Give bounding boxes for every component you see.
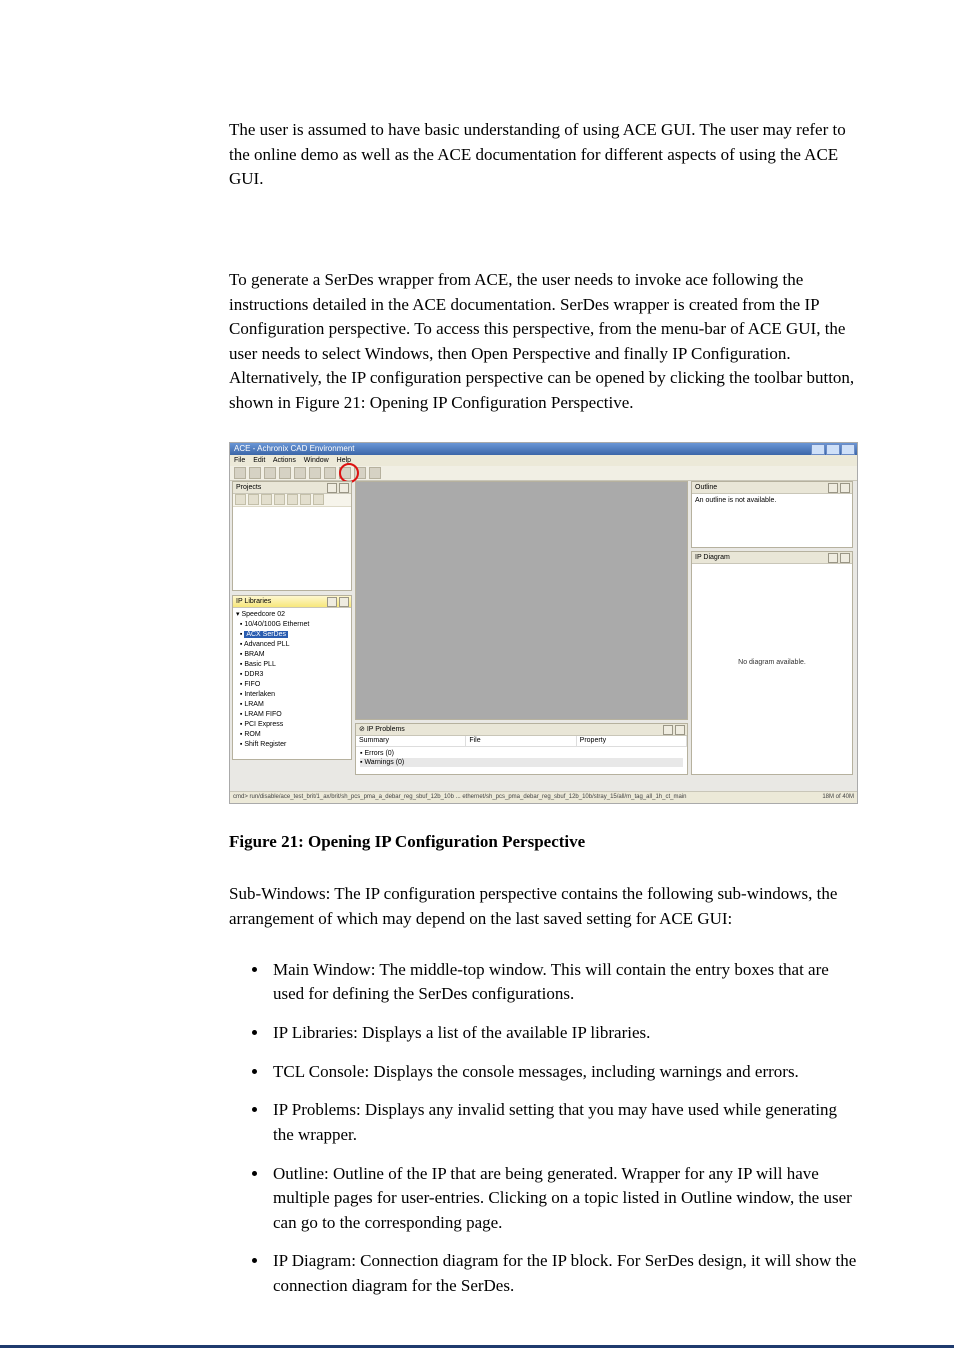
tree-item[interactable]: ▪ ROM	[236, 730, 348, 740]
projects-pane: Projects	[232, 481, 352, 591]
pane-max-icon[interactable]	[840, 553, 850, 563]
status-left: cmd> run/disable/ace_test_brit/1_ax/brit…	[233, 793, 686, 802]
tree-item[interactable]: ▪ 10/40/100G Ethernet	[236, 620, 348, 630]
window-titlebar: ACE - Achronix CAD Environment	[230, 443, 857, 455]
subwindows-list: Main Window: The middle-top window. This…	[269, 958, 857, 1299]
outline-header: Outline	[692, 482, 852, 494]
errors-row[interactable]: ▪ Errors (0)	[360, 749, 683, 758]
pane-max-icon[interactable]	[339, 597, 349, 607]
toolbar-icon[interactable]	[369, 467, 381, 479]
project-tool-icon[interactable]	[287, 494, 298, 505]
project-tool-icon[interactable]	[313, 494, 324, 505]
figure-21: ACE - Achronix CAD Environment File Edit…	[229, 442, 857, 804]
warnings-row[interactable]: ▪ Warnings (0)	[360, 758, 683, 767]
pane-max-icon[interactable]	[339, 483, 349, 493]
toolbar-icon[interactable]	[279, 467, 291, 479]
col-property[interactable]: Property	[577, 736, 687, 746]
project-tool-icon[interactable]	[300, 494, 311, 505]
pane-min-icon[interactable]	[327, 597, 337, 607]
tree-item[interactable]: ▪ DDR3	[236, 670, 348, 680]
bullet-tcl-console: TCL Console: Displays the console messag…	[269, 1060, 857, 1085]
tree-root[interactable]: ▾ Speedcore 02	[236, 610, 348, 620]
ip-libraries-tab[interactable]: IP Libraries	[236, 598, 271, 605]
toolbar-icon[interactable]	[309, 467, 321, 479]
window-title: ACE - Achronix CAD Environment	[234, 444, 355, 453]
ip-problems-pane: ⊘ IP Problems Summary File Property ▪ Er…	[355, 723, 688, 775]
col-summary[interactable]: Summary	[356, 736, 466, 746]
maximize-button[interactable]	[826, 444, 840, 455]
project-tool-icon[interactable]	[235, 494, 246, 505]
menu-window[interactable]: Window	[304, 457, 329, 464]
window-buttons	[811, 444, 855, 455]
toolbar-icon[interactable]	[234, 467, 246, 479]
close-button[interactable]	[841, 444, 855, 455]
projects-tab[interactable]: Projects	[236, 484, 261, 491]
page: The user is assumed to have basic unders…	[0, 0, 954, 1363]
bullet-ip-problems: IP Problems: Displays any invalid settin…	[269, 1098, 857, 1147]
ip-diagram-header: IP Diagram	[692, 552, 852, 564]
pane-min-icon[interactable]	[327, 483, 337, 493]
figure-caption: Figure 21: Opening IP Configuration Pers…	[229, 830, 857, 855]
project-tool-icon[interactable]	[248, 494, 259, 505]
ip-libraries-header: IP Libraries	[233, 596, 351, 608]
main-window-pane	[355, 481, 688, 720]
project-tool-icon[interactable]	[274, 494, 285, 505]
tree-item[interactable]: ▪ FIFO	[236, 680, 348, 690]
menu-file[interactable]: File	[234, 457, 245, 464]
toolbar-icon[interactable]	[294, 467, 306, 479]
ip-diagram-pane: IP Diagram No diagram available.	[691, 551, 853, 775]
ip-libraries-tree[interactable]: ▾ Speedcore 02 ▪ 10/40/100G Ethernet ▪ A…	[233, 608, 351, 752]
ip-diagram-tab[interactable]: IP Diagram	[695, 554, 730, 561]
highlight-circle	[339, 463, 359, 483]
footer-rule	[0, 1345, 954, 1348]
menubar[interactable]: File Edit Actions Window Help	[230, 455, 857, 466]
tree-item-selected[interactable]: ▪ ACX SerDes	[236, 630, 348, 640]
project-tool-icon[interactable]	[261, 494, 272, 505]
subwindows-intro: Sub-Windows: The IP configuration perspe…	[229, 882, 857, 931]
ip-problems-tab[interactable]: ⊘ IP Problems	[359, 726, 405, 733]
ace-screenshot: ACE - Achronix CAD Environment File Edit…	[229, 442, 858, 804]
projects-pane-header: Projects	[233, 482, 351, 494]
outline-tab[interactable]: Outline	[695, 484, 717, 491]
outline-pane: Outline An outline is not available.	[691, 481, 853, 548]
tree-item[interactable]: ▪ LRAM	[236, 700, 348, 710]
tree-item[interactable]: ▪ BRAM	[236, 650, 348, 660]
outline-body: An outline is not available.	[692, 494, 852, 508]
bullet-outline: Outline: Outline of the IP that are bein…	[269, 1162, 857, 1236]
tree-item[interactable]: ▪ Shift Register	[236, 740, 348, 750]
projects-toolbar	[233, 494, 351, 507]
ip-problems-header: ⊘ IP Problems	[356, 724, 687, 736]
ip-libraries-pane: IP Libraries ▾ Speedcore 02 ▪ 10/40/100G…	[232, 595, 352, 760]
menu-edit[interactable]: Edit	[253, 457, 265, 464]
tree-item[interactable]: ▪ Interlaken	[236, 690, 348, 700]
pane-min-icon[interactable]	[828, 553, 838, 563]
bullet-main-window: Main Window: The middle-top window. This…	[269, 958, 857, 1007]
bullet-ip-diagram: IP Diagram: Connection diagram for the I…	[269, 1249, 857, 1298]
pane-max-icon[interactable]	[675, 725, 685, 735]
col-file[interactable]: File	[466, 736, 576, 746]
bullet-ip-libraries: IP Libraries: Displays a list of the ava…	[269, 1021, 857, 1046]
toolbar-icon[interactable]	[264, 467, 276, 479]
toolbar	[230, 466, 857, 481]
tree-item[interactable]: ▪ PCI Express	[236, 720, 348, 730]
pane-min-icon[interactable]	[663, 725, 673, 735]
intro-paragraph-2: To generate a SerDes wrapper from ACE, t…	[229, 268, 857, 416]
pane-min-icon[interactable]	[828, 483, 838, 493]
ip-diagram-message: No diagram available.	[692, 658, 852, 668]
tree-item[interactable]: ▪ Advanced PLL	[236, 640, 348, 650]
toolbar-icon[interactable]	[249, 467, 261, 479]
toolbar-icon[interactable]	[324, 467, 336, 479]
pane-max-icon[interactable]	[840, 483, 850, 493]
menu-actions[interactable]: Actions	[273, 457, 296, 464]
problems-body: ▪ Errors (0) ▪ Warnings (0)	[356, 747, 687, 769]
tree-item[interactable]: ▪ Basic PLL	[236, 660, 348, 670]
intro-paragraph-1: The user is assumed to have basic unders…	[229, 118, 857, 192]
problems-columns: Summary File Property	[356, 736, 687, 747]
minimize-button[interactable]	[811, 444, 825, 455]
status-bar: cmd> run/disable/ace_test_brit/1_ax/brit…	[230, 791, 857, 803]
status-right: 18M of 40M	[822, 793, 854, 802]
spacer	[229, 218, 857, 268]
tree-item[interactable]: ▪ LRAM FIFO	[236, 710, 348, 720]
